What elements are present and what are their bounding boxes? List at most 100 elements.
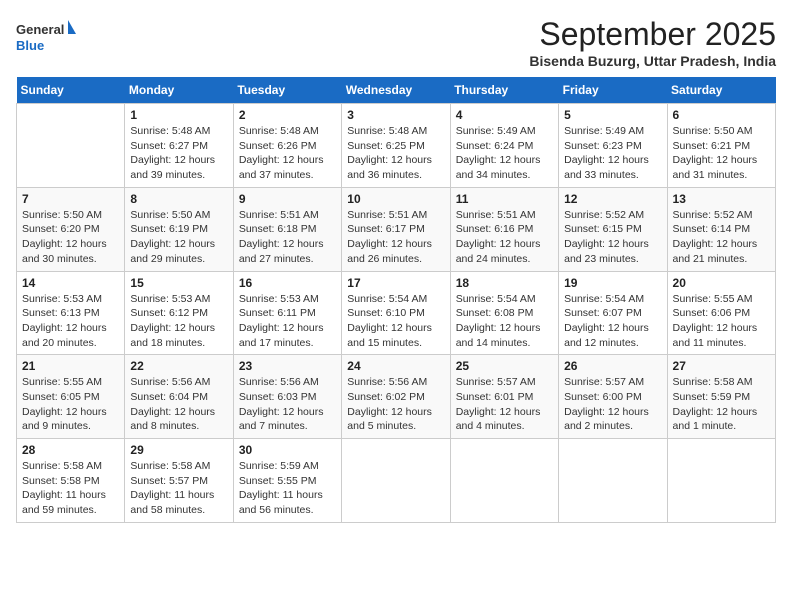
calendar-cell: 19 Sunrise: 5:54 AMSunset: 6:07 PMDaylig… <box>559 271 667 355</box>
month-title: September 2025 <box>529 16 776 53</box>
calendar-cell: 11 Sunrise: 5:51 AMSunset: 6:16 PMDaylig… <box>450 187 558 271</box>
calendar-cell: 28 Sunrise: 5:58 AMSunset: 5:58 PMDaylig… <box>17 439 125 523</box>
day-info: Sunrise: 5:58 AMSunset: 5:57 PMDaylight:… <box>130 460 214 516</box>
calendar-cell: 16 Sunrise: 5:53 AMSunset: 6:11 PMDaylig… <box>233 271 341 355</box>
day-info: Sunrise: 5:50 AMSunset: 6:21 PMDaylight:… <box>673 125 758 181</box>
day-number: 11 <box>456 192 553 206</box>
day-info: Sunrise: 5:56 AMSunset: 6:02 PMDaylight:… <box>347 376 432 432</box>
logo: General Blue <box>16 16 76 60</box>
weekday-header: Saturday <box>667 77 775 104</box>
day-info: Sunrise: 5:50 AMSunset: 6:20 PMDaylight:… <box>22 209 107 265</box>
day-info: Sunrise: 5:56 AMSunset: 6:04 PMDaylight:… <box>130 376 215 432</box>
day-info: Sunrise: 5:57 AMSunset: 6:00 PMDaylight:… <box>564 376 649 432</box>
calendar-cell: 29 Sunrise: 5:58 AMSunset: 5:57 PMDaylig… <box>125 439 233 523</box>
day-number: 25 <box>456 359 553 373</box>
day-number: 6 <box>673 108 770 122</box>
day-number: 22 <box>130 359 227 373</box>
calendar-cell: 22 Sunrise: 5:56 AMSunset: 6:04 PMDaylig… <box>125 355 233 439</box>
day-info: Sunrise: 5:49 AMSunset: 6:24 PMDaylight:… <box>456 125 541 181</box>
calendar-cell: 13 Sunrise: 5:52 AMSunset: 6:14 PMDaylig… <box>667 187 775 271</box>
day-info: Sunrise: 5:58 AMSunset: 5:59 PMDaylight:… <box>673 376 758 432</box>
calendar-cell: 21 Sunrise: 5:55 AMSunset: 6:05 PMDaylig… <box>17 355 125 439</box>
calendar-cell <box>667 439 775 523</box>
weekday-header: Friday <box>559 77 667 104</box>
week-row: 21 Sunrise: 5:55 AMSunset: 6:05 PMDaylig… <box>17 355 776 439</box>
day-info: Sunrise: 5:58 AMSunset: 5:58 PMDaylight:… <box>22 460 106 516</box>
week-row: 1 Sunrise: 5:48 AMSunset: 6:27 PMDayligh… <box>17 104 776 188</box>
svg-text:Blue: Blue <box>16 38 44 53</box>
day-info: Sunrise: 5:56 AMSunset: 6:03 PMDaylight:… <box>239 376 324 432</box>
day-number: 12 <box>564 192 661 206</box>
day-info: Sunrise: 5:51 AMSunset: 6:18 PMDaylight:… <box>239 209 324 265</box>
calendar-cell: 25 Sunrise: 5:57 AMSunset: 6:01 PMDaylig… <box>450 355 558 439</box>
day-info: Sunrise: 5:53 AMSunset: 6:13 PMDaylight:… <box>22 293 107 349</box>
day-number: 19 <box>564 276 661 290</box>
day-info: Sunrise: 5:54 AMSunset: 6:07 PMDaylight:… <box>564 293 649 349</box>
calendar-cell: 20 Sunrise: 5:55 AMSunset: 6:06 PMDaylig… <box>667 271 775 355</box>
day-info: Sunrise: 5:57 AMSunset: 6:01 PMDaylight:… <box>456 376 541 432</box>
day-number: 16 <box>239 276 336 290</box>
svg-text:General: General <box>16 22 64 37</box>
day-number: 28 <box>22 443 119 457</box>
weekday-header: Wednesday <box>342 77 450 104</box>
calendar-cell: 2 Sunrise: 5:48 AMSunset: 6:26 PMDayligh… <box>233 104 341 188</box>
calendar-cell: 4 Sunrise: 5:49 AMSunset: 6:24 PMDayligh… <box>450 104 558 188</box>
title-area: September 2025 Bisenda Buzurg, Uttar Pra… <box>529 16 776 69</box>
week-row: 7 Sunrise: 5:50 AMSunset: 6:20 PMDayligh… <box>17 187 776 271</box>
calendar-cell: 8 Sunrise: 5:50 AMSunset: 6:19 PMDayligh… <box>125 187 233 271</box>
calendar-cell: 12 Sunrise: 5:52 AMSunset: 6:15 PMDaylig… <box>559 187 667 271</box>
calendar-cell <box>450 439 558 523</box>
day-number: 10 <box>347 192 444 206</box>
day-number: 30 <box>239 443 336 457</box>
day-number: 3 <box>347 108 444 122</box>
day-number: 5 <box>564 108 661 122</box>
weekday-header: Tuesday <box>233 77 341 104</box>
day-info: Sunrise: 5:54 AMSunset: 6:08 PMDaylight:… <box>456 293 541 349</box>
calendar-cell: 5 Sunrise: 5:49 AMSunset: 6:23 PMDayligh… <box>559 104 667 188</box>
day-info: Sunrise: 5:48 AMSunset: 6:25 PMDaylight:… <box>347 125 432 181</box>
calendar-cell: 27 Sunrise: 5:58 AMSunset: 5:59 PMDaylig… <box>667 355 775 439</box>
calendar-cell: 18 Sunrise: 5:54 AMSunset: 6:08 PMDaylig… <box>450 271 558 355</box>
day-number: 9 <box>239 192 336 206</box>
day-number: 2 <box>239 108 336 122</box>
day-info: Sunrise: 5:52 AMSunset: 6:15 PMDaylight:… <box>564 209 649 265</box>
logo-svg: General Blue <box>16 16 76 60</box>
calendar-cell: 24 Sunrise: 5:56 AMSunset: 6:02 PMDaylig… <box>342 355 450 439</box>
calendar-cell: 9 Sunrise: 5:51 AMSunset: 6:18 PMDayligh… <box>233 187 341 271</box>
weekday-header: Thursday <box>450 77 558 104</box>
day-number: 7 <box>22 192 119 206</box>
calendar-cell: 26 Sunrise: 5:57 AMSunset: 6:00 PMDaylig… <box>559 355 667 439</box>
day-info: Sunrise: 5:53 AMSunset: 6:11 PMDaylight:… <box>239 293 324 349</box>
day-info: Sunrise: 5:55 AMSunset: 6:05 PMDaylight:… <box>22 376 107 432</box>
day-number: 27 <box>673 359 770 373</box>
day-number: 20 <box>673 276 770 290</box>
calendar-cell: 30 Sunrise: 5:59 AMSunset: 5:55 PMDaylig… <box>233 439 341 523</box>
day-number: 13 <box>673 192 770 206</box>
calendar-cell: 14 Sunrise: 5:53 AMSunset: 6:13 PMDaylig… <box>17 271 125 355</box>
week-row: 28 Sunrise: 5:58 AMSunset: 5:58 PMDaylig… <box>17 439 776 523</box>
day-number: 14 <box>22 276 119 290</box>
day-info: Sunrise: 5:59 AMSunset: 5:55 PMDaylight:… <box>239 460 323 516</box>
calendar-table: SundayMondayTuesdayWednesdayThursdayFrid… <box>16 77 776 523</box>
day-number: 26 <box>564 359 661 373</box>
calendar-cell: 23 Sunrise: 5:56 AMSunset: 6:03 PMDaylig… <box>233 355 341 439</box>
calendar-cell: 6 Sunrise: 5:50 AMSunset: 6:21 PMDayligh… <box>667 104 775 188</box>
week-row: 14 Sunrise: 5:53 AMSunset: 6:13 PMDaylig… <box>17 271 776 355</box>
calendar-cell <box>17 104 125 188</box>
day-info: Sunrise: 5:54 AMSunset: 6:10 PMDaylight:… <box>347 293 432 349</box>
calendar-cell <box>342 439 450 523</box>
calendar-cell: 10 Sunrise: 5:51 AMSunset: 6:17 PMDaylig… <box>342 187 450 271</box>
calendar-cell: 15 Sunrise: 5:53 AMSunset: 6:12 PMDaylig… <box>125 271 233 355</box>
calendar-cell: 1 Sunrise: 5:48 AMSunset: 6:27 PMDayligh… <box>125 104 233 188</box>
day-info: Sunrise: 5:48 AMSunset: 6:27 PMDaylight:… <box>130 125 215 181</box>
day-number: 21 <box>22 359 119 373</box>
day-number: 18 <box>456 276 553 290</box>
day-number: 4 <box>456 108 553 122</box>
day-number: 17 <box>347 276 444 290</box>
day-info: Sunrise: 5:48 AMSunset: 6:26 PMDaylight:… <box>239 125 324 181</box>
calendar-cell: 7 Sunrise: 5:50 AMSunset: 6:20 PMDayligh… <box>17 187 125 271</box>
weekday-header: Monday <box>125 77 233 104</box>
day-number: 15 <box>130 276 227 290</box>
day-number: 29 <box>130 443 227 457</box>
location-subtitle: Bisenda Buzurg, Uttar Pradesh, India <box>529 53 776 69</box>
